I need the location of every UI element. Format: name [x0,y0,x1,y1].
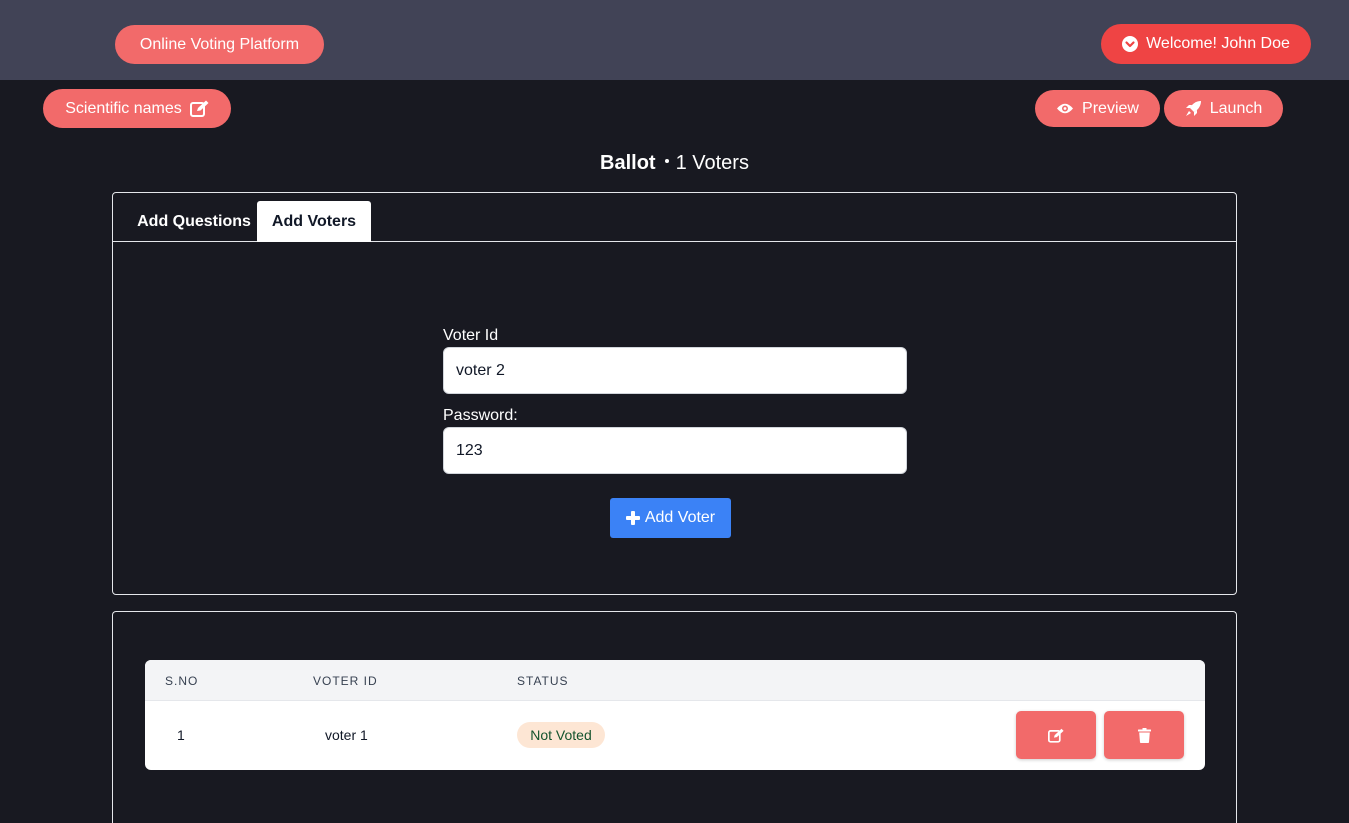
cell-voter-id: voter 1 [325,727,368,743]
election-name-button[interactable]: Scientific names [43,89,231,128]
password-input[interactable] [443,427,907,474]
tab-add-questions[interactable]: Add Questions [126,202,262,242]
election-name-label: Scientific names [65,99,182,117]
preview-button[interactable]: Preview [1035,90,1160,127]
add-voter-panel: Add Questions Add Voters Voter Id Passwo… [112,192,1237,595]
launch-label: Launch [1209,99,1263,117]
separator-dot [664,159,669,163]
add-voter-label: Add Voter [644,509,716,526]
ballot-title: Ballot [600,152,656,174]
page-title: Ballot 1 Voters [0,152,1349,175]
rocket-icon [1185,100,1202,117]
welcome-label: Welcome! John Doe [1146,35,1290,52]
column-header-sno: S.NO [165,674,199,688]
preview-label: Preview [1082,99,1139,117]
delete-voter-button[interactable] [1104,711,1184,759]
voter-count: 1 Voters [675,152,749,174]
edit-voter-button[interactable] [1016,711,1096,759]
table-header: S.NO VOTER ID STATUS [145,660,1205,701]
launch-button[interactable]: Launch [1164,90,1283,127]
voters-table: S.NO VOTER ID STATUS 1 voter 1 Not Voted [145,660,1205,770]
tab-add-voters[interactable]: Add Voters [257,201,371,242]
check-circle-icon [1122,36,1139,52]
add-voter-button[interactable]: Add Voter [610,498,731,538]
trash-icon [1137,727,1151,743]
voter-id-input[interactable] [443,347,907,394]
edit-icon [1048,728,1064,743]
brand-button[interactable]: Online Voting Platform [115,25,324,64]
eye-icon [1056,102,1074,115]
brand-label: Online Voting Platform [139,35,300,53]
user-menu-button[interactable]: Welcome! John Doe [1101,24,1311,64]
plus-icon [625,511,640,525]
voters-panel: S.NO VOTER ID STATUS 1 voter 1 Not Voted [112,611,1237,823]
top-navbar: Online Voting Platform Welcome! John Doe [0,0,1349,80]
voter-id-label: Voter Id [443,327,499,344]
status-badge: Not Voted [517,722,605,748]
password-label: Password: [443,407,518,424]
column-header-status: STATUS [517,674,569,688]
cell-sno: 1 [177,727,185,743]
column-header-voter-id: VOTER ID [313,674,378,688]
tab-bar: Add Questions Add Voters [113,193,1236,242]
edit-icon [189,100,209,117]
